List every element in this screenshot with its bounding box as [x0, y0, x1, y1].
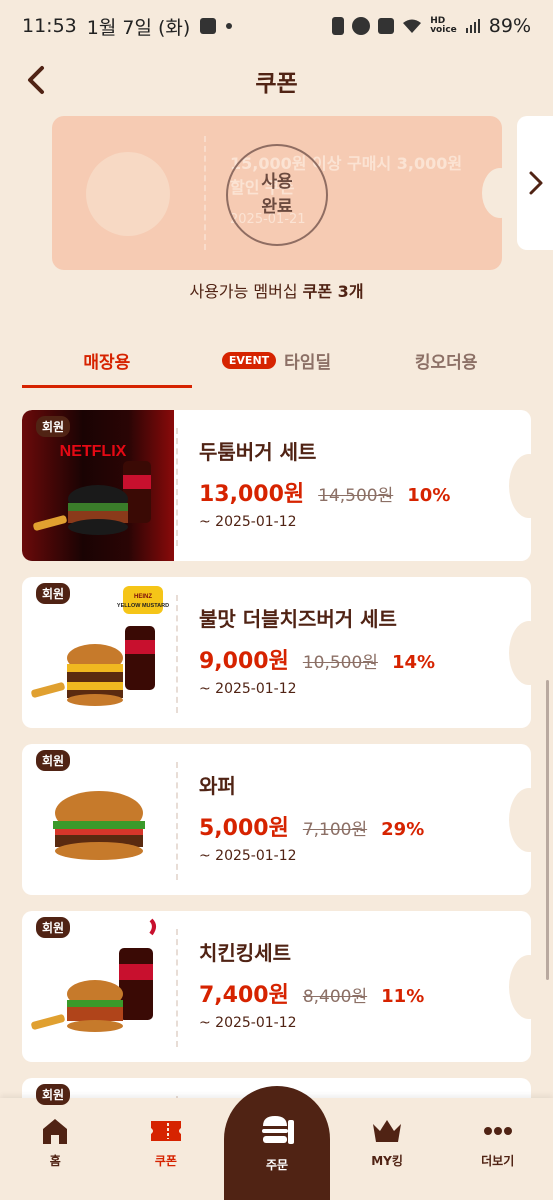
coupon-name: 치킨킹세트 [199, 941, 291, 965]
stamp-line-2: 완료 [261, 197, 293, 217]
coupon-divider [176, 595, 178, 713]
event-badge: EVENT [221, 351, 277, 369]
mute-icon [378, 18, 395, 34]
battery-level: 89% [488, 15, 531, 37]
sale-price: 13,000원 [199, 482, 305, 507]
coupon-notch [509, 788, 531, 852]
coupon-card[interactable]: 회원 치킨킹세트 7,400원 8,400원 11% ~ 2025-01-12 [22, 911, 531, 1062]
wifi-icon [403, 19, 422, 33]
more-icon [483, 1127, 512, 1135]
battery-saver-icon [332, 17, 345, 35]
discount-rate: 29% [381, 819, 425, 840]
signal-icon [465, 19, 480, 33]
member-badge: 회원 [36, 1084, 71, 1105]
coupon-icon [150, 1121, 181, 1141]
sale-price: 9,000원 [199, 649, 289, 674]
coupon-card[interactable]: 회원 와퍼 5,000원 7,100원 29% ~ 2025-01-12 [22, 744, 531, 895]
coupon-prices: 5,000원 7,100원 29% [199, 810, 424, 842]
alarm-icon [352, 17, 371, 35]
sale-price: 7,400원 [199, 983, 289, 1008]
scrollbar[interactable] [546, 680, 549, 980]
coupon-divider [204, 136, 206, 250]
hd-voice-icon: HD voice [430, 16, 457, 35]
coupon-name: 와퍼 [199, 774, 236, 798]
tab-timedeal-label: 타임딜 [284, 352, 332, 373]
sale-price: 5,000원 [199, 816, 289, 841]
mustard-label: HEINZ [134, 594, 152, 600]
burger-icon [262, 1116, 294, 1144]
member-badge: 회원 [36, 750, 71, 771]
nav-my-king-label: MY킹 [371, 1154, 403, 1168]
tab-store[interactable]: 매장용 [22, 332, 192, 388]
coupon-thumbnail [86, 152, 170, 236]
expiry-date: ~ 2025-01-12 [199, 848, 297, 864]
nav-more[interactable]: 더보기 [442, 1098, 553, 1200]
member-badge: 회원 [36, 416, 71, 437]
discount-rate: 14% [391, 652, 436, 673]
nav-coupon-label: 쿠폰 [154, 1154, 177, 1168]
chevron-left-icon [28, 66, 44, 94]
expiry-date: ~ 2025-01-12 [199, 1015, 297, 1031]
coupon-notch [509, 454, 531, 518]
home-icon [43, 1119, 68, 1144]
back-button[interactable] [18, 62, 54, 98]
original-price: 8,400원 [302, 987, 368, 1007]
status-bar: 11:53 1월 7일 (화) HD voice 89% [0, 0, 553, 52]
page-header: 쿠폰 [0, 52, 553, 110]
used-stamp: 사용 완료 [226, 144, 328, 246]
coupon-name: 두툼버거 세트 [199, 440, 317, 464]
notification-dot-icon [226, 23, 233, 29]
coupon-card[interactable]: NETFLIX 회원 두툼버거 세트 13,000원 14,500원 10% ~… [22, 410, 531, 561]
coupon-prices: 9,000원 10,500원 14% [199, 643, 435, 675]
original-price: 14,500원 [318, 486, 394, 506]
member-badge: 회원 [36, 917, 71, 938]
member-badge: 회원 [36, 583, 71, 604]
nav-more-label: 더보기 [481, 1154, 515, 1168]
tab-king-order[interactable]: 킹오더용 [361, 332, 531, 388]
coupon-tabs: 매장용 EVENT 타임딜 킹오더용 [22, 332, 531, 388]
coupon-prices: 13,000원 14,500원 10% [199, 476, 450, 508]
coupon-name: 불맛 더블치즈버거 세트 [199, 607, 397, 631]
discount-rate: 10% [407, 485, 451, 506]
page-title: 쿠폰 [255, 71, 298, 97]
discount-rate: 11% [381, 986, 425, 1007]
status-date: 1월 7일 (화) [86, 16, 191, 39]
crown-icon [373, 1120, 402, 1142]
nav-order-button[interactable]: 주문 [224, 1086, 330, 1200]
tab-king-order-label: 킹오더용 [414, 352, 478, 373]
status-time: 11:53 [22, 15, 77, 37]
tab-timedeal[interactable]: EVENT 타임딜 [192, 332, 362, 388]
coupon-prices: 7,400원 8,400원 11% [199, 977, 424, 1009]
original-price: 10,500원 [302, 653, 378, 673]
expiry-date: ~ 2025-01-12 [199, 514, 297, 530]
netflix-logo-text: NETFLIX [60, 443, 127, 460]
chevron-right-icon [529, 171, 543, 195]
nav-my-king[interactable]: MY킹 [332, 1098, 443, 1200]
coupon-list: NETFLIX 회원 두툼버거 세트 13,000원 14,500원 10% ~… [22, 410, 531, 1154]
coupon-card[interactable]: HEINZ YELLOW MUSTARD 회원 불맛 더블치즈버거 세트 9,0… [22, 577, 531, 728]
mustard-label-2: YELLOW MUSTARD [117, 603, 169, 609]
coupon-divider [176, 929, 178, 1047]
coupon-count-label: 사용가능 멤버십 [189, 282, 303, 301]
coupon-count-value: 쿠폰 3개 [302, 282, 364, 301]
original-price: 7,100원 [302, 820, 368, 840]
coupon-notch [509, 621, 531, 685]
coupon-notch [509, 955, 531, 1019]
coupon-notch [482, 168, 502, 218]
nav-home[interactable]: 홈 [0, 1098, 111, 1200]
next-arrow-button[interactable] [523, 168, 549, 198]
tab-store-label: 매장용 [83, 352, 131, 373]
nav-home-label: 홈 [49, 1154, 61, 1168]
gallery-icon [200, 18, 217, 34]
expiry-date: ~ 2025-01-12 [199, 681, 297, 697]
stamp-line-1: 사용 [261, 172, 293, 192]
coupon-divider [176, 762, 178, 880]
coupon-count: 사용가능 멤버십 쿠폰 3개 [0, 278, 553, 302]
coupon-divider [176, 428, 178, 546]
nav-coupon[interactable]: 쿠폰 [111, 1098, 222, 1200]
nav-order-label: 주문 [265, 1158, 289, 1172]
